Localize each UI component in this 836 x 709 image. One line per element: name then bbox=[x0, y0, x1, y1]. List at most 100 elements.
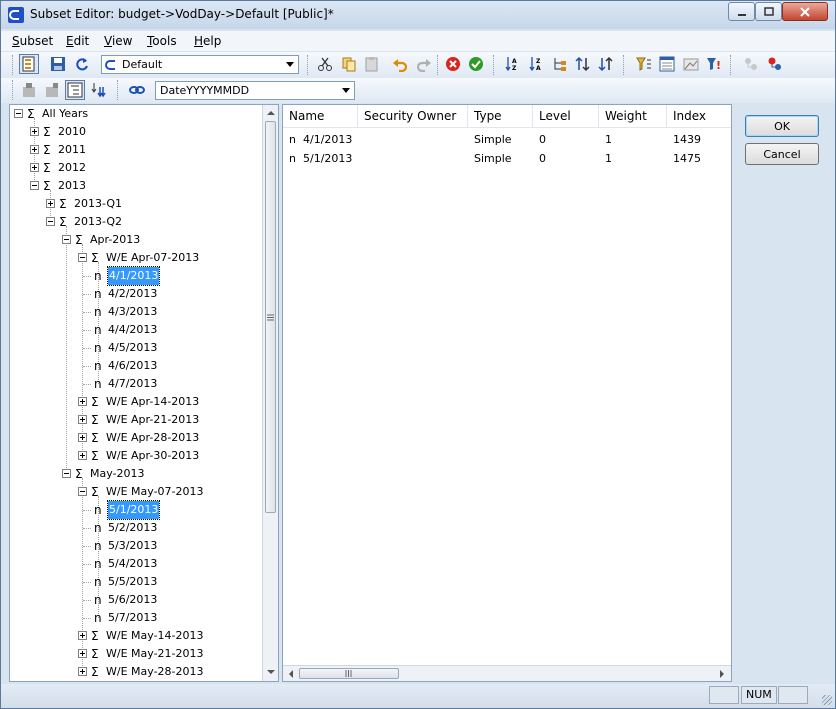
scroll-right-icon[interactable] bbox=[715, 666, 729, 682]
tree-node[interactable]: Σ 2013 bbox=[10, 177, 260, 195]
resize-grip-icon[interactable] bbox=[822, 695, 832, 705]
list-row[interactable]: n 5/1/2013 Simple 0 1 1475 bbox=[283, 149, 731, 168]
record-expression-button[interactable] bbox=[741, 54, 761, 74]
tree-node[interactable]: Σ 2012 bbox=[10, 159, 260, 177]
tree-node[interactable]: n 4/5/2013 bbox=[10, 339, 260, 357]
tree-node[interactable]: Σ W/E Apr-21-2013 bbox=[10, 411, 260, 429]
list-row[interactable]: n 4/1/2013 Simple 0 1 1439 bbox=[283, 130, 731, 149]
scroll-down-icon[interactable] bbox=[263, 665, 279, 679]
expand-plus-icon[interactable] bbox=[78, 631, 87, 640]
expand-plus-icon[interactable] bbox=[78, 433, 87, 442]
tree-node[interactable]: n 4/6/2013 bbox=[10, 357, 260, 375]
expand-plus-icon[interactable] bbox=[46, 199, 55, 208]
filter-by-level-button[interactable] bbox=[634, 54, 654, 74]
expand-plus-icon[interactable] bbox=[78, 415, 87, 424]
undo-button[interactable] bbox=[390, 54, 410, 74]
tree-vertical-scrollbar[interactable] bbox=[262, 105, 279, 681]
stop-recording-button[interactable] bbox=[765, 54, 785, 74]
attribute-combo[interactable]: DateYYYYMMDD bbox=[155, 81, 355, 100]
tree-node[interactable]: Σ W/E Apr-14-2013 bbox=[10, 393, 260, 411]
cut-button[interactable] bbox=[315, 54, 335, 74]
roll-up-button[interactable] bbox=[19, 80, 39, 100]
tree-node[interactable]: Σ May-2013 bbox=[10, 465, 260, 483]
column-security-owner[interactable]: Security Owner bbox=[358, 105, 468, 127]
collapse-minus-icon[interactable] bbox=[14, 109, 23, 118]
tree-node[interactable]: Σ 2013-Q2 bbox=[10, 213, 260, 231]
collapse-minus-icon[interactable] bbox=[30, 181, 39, 190]
tree-node[interactable]: Σ W/E May-21-2013 bbox=[10, 645, 260, 663]
hierarchy-tree[interactable]: Σ All Years Σ 2010 Σ 2011 Σ 2012 Σ 2013 Σ 2013-Q1 Σ 2… bbox=[9, 104, 279, 682]
tree-node[interactable]: n 4/1/2013 bbox=[10, 266, 260, 286]
redo-button[interactable] bbox=[414, 54, 434, 74]
expand-plus-icon[interactable] bbox=[30, 163, 39, 172]
expand-plus-icon[interactable] bbox=[78, 451, 87, 460]
maximize-button[interactable] bbox=[755, 2, 782, 21]
filter-by-wildcard-button[interactable] bbox=[681, 54, 701, 74]
subset-element-list[interactable]: Name Security Owner Type Level Weight In… bbox=[282, 104, 732, 682]
paste-button[interactable] bbox=[362, 54, 382, 74]
tree-scroll-thumb[interactable] bbox=[265, 121, 276, 513]
menu-view[interactable]: View bbox=[104, 34, 132, 48]
tree-node[interactable]: Σ W/E May-07-2013 bbox=[10, 483, 260, 501]
collapse-minus-icon[interactable] bbox=[78, 487, 87, 496]
tree-node[interactable]: Σ 2013-Q1 bbox=[10, 195, 260, 213]
tree-node[interactable]: n 5/1/2013 bbox=[10, 500, 260, 520]
tree-node[interactable]: Σ W/E May-28-2013 bbox=[10, 663, 260, 681]
delete-button[interactable] bbox=[443, 54, 463, 74]
tree-node[interactable]: Σ 2011 bbox=[10, 141, 260, 159]
expand-plus-icon[interactable] bbox=[78, 397, 87, 406]
subset-combo[interactable]: Default bbox=[101, 55, 299, 74]
expand-button[interactable] bbox=[89, 80, 109, 100]
sort-descending-button[interactable]: ZA bbox=[527, 54, 547, 74]
menu-help[interactable]: Help bbox=[194, 34, 221, 48]
tree-node[interactable]: n 5/3/2013 bbox=[10, 537, 260, 555]
tree-node[interactable]: n 5/7/2013 bbox=[10, 609, 260, 627]
column-level[interactable]: Level bbox=[533, 105, 599, 127]
tree-node[interactable]: n 5/4/2013 bbox=[10, 555, 260, 573]
tree-node[interactable]: Σ 2010 bbox=[10, 123, 260, 141]
collapse-minus-icon[interactable] bbox=[78, 253, 87, 262]
tree-node[interactable]: Σ W/E Apr-30-2013 bbox=[10, 447, 260, 465]
cancel-button[interactable]: Cancel bbox=[745, 143, 819, 165]
scroll-up-icon[interactable] bbox=[263, 106, 279, 120]
expand-plus-icon[interactable] bbox=[30, 127, 39, 136]
tree-node[interactable]: n 5/5/2013 bbox=[10, 573, 260, 591]
list-horizontal-scrollbar[interactable] bbox=[283, 665, 731, 682]
sort-ascending-button[interactable]: AZ bbox=[503, 54, 523, 74]
filter-by-attribute-button[interactable] bbox=[657, 54, 677, 74]
tree-node[interactable]: n 4/2/2013 bbox=[10, 285, 260, 303]
expand-plus-icon[interactable] bbox=[30, 145, 39, 154]
column-index[interactable]: Index bbox=[667, 105, 731, 127]
tree-node[interactable]: n 4/4/2013 bbox=[10, 321, 260, 339]
tree-node[interactable]: n 4/3/2013 bbox=[10, 303, 260, 321]
scroll-left-icon[interactable] bbox=[284, 666, 298, 682]
tree-node[interactable]: n 5/6/2013 bbox=[10, 591, 260, 609]
tree-view-toggle-button[interactable] bbox=[65, 80, 85, 100]
list-scroll-thumb[interactable] bbox=[299, 668, 399, 679]
sort-index-ascending-button[interactable] bbox=[573, 54, 593, 74]
tree-node[interactable]: Σ W/E Apr-07-2013 bbox=[10, 249, 260, 267]
tree-node[interactable]: Σ Apr-2013 bbox=[10, 231, 260, 249]
tree-node[interactable]: n 4/7/2013 bbox=[10, 375, 260, 393]
expand-plus-icon[interactable] bbox=[78, 667, 87, 676]
menu-edit[interactable]: Edit bbox=[66, 34, 89, 48]
menu-subset[interactable]: Subset bbox=[12, 34, 53, 48]
all-elements-button[interactable] bbox=[19, 54, 39, 74]
column-type[interactable]: Type bbox=[468, 105, 533, 127]
ok-button[interactable]: OK bbox=[745, 115, 819, 137]
column-name[interactable]: Name bbox=[283, 105, 358, 127]
copy-button[interactable] bbox=[339, 54, 359, 74]
sort-hierarchy-button[interactable] bbox=[550, 54, 570, 74]
filter-by-expression-button[interactable]: ! bbox=[704, 54, 724, 74]
save-button[interactable] bbox=[48, 54, 68, 74]
drill-down-button[interactable] bbox=[42, 80, 62, 100]
close-button[interactable] bbox=[782, 2, 828, 21]
sort-index-descending-button[interactable] bbox=[596, 54, 616, 74]
tree-node[interactable]: n 5/2/2013 bbox=[10, 519, 260, 537]
column-weight[interactable]: Weight bbox=[599, 105, 667, 127]
refresh-button[interactable] bbox=[72, 54, 92, 74]
menu-tools[interactable]: Tools bbox=[147, 34, 177, 48]
tree-node[interactable]: Σ W/E Apr-28-2013 bbox=[10, 429, 260, 447]
expand-plus-icon[interactable] bbox=[78, 649, 87, 658]
collapse-minus-icon[interactable] bbox=[46, 217, 55, 226]
